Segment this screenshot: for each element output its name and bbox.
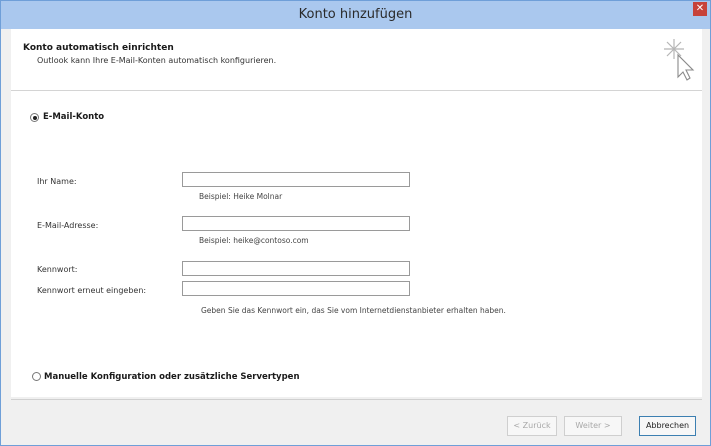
title-bar: Konto hinzufügen ✕ <box>1 1 710 29</box>
name-label: Ihr Name: <box>37 177 77 186</box>
window-title: Konto hinzufügen <box>298 7 413 22</box>
name-input[interactable] <box>182 172 410 187</box>
name-hint: Beispiel: Heike Molnar <box>199 192 283 201</box>
back-button[interactable]: < Zurück <box>507 416 557 436</box>
add-account-dialog: Konto hinzufügen ✕ Konto automatisch ein… <box>0 0 711 446</box>
wizard-header: Konto automatisch einrichten Outlook kan… <box>11 29 702 91</box>
manual-config-label: Manuelle Konfiguration oder zusätzliche … <box>44 372 300 382</box>
wizard-body: E-Mail-Konto Ihr Name: Beispiel: Heike M… <box>11 91 702 397</box>
password-confirm-input[interactable] <box>182 281 410 296</box>
manual-config-radio[interactable] <box>32 372 41 381</box>
password-confirm-label: Kennwort erneut eingeben: <box>37 286 147 295</box>
cancel-button[interactable]: Abbrechen <box>639 416 696 436</box>
password-input[interactable] <box>182 261 410 276</box>
email-label: E-Mail-Adresse: <box>37 221 99 230</box>
next-button[interactable]: Weiter > <box>564 416 622 436</box>
email-account-radio[interactable] <box>30 113 39 122</box>
password-hint: Geben Sie das Kennwort ein, das Sie vom … <box>201 306 506 315</box>
wizard-cursor-icon <box>664 39 695 81</box>
header-title: Konto automatisch einrichten <box>23 43 174 53</box>
email-hint: Beispiel: heike@contoso.com <box>199 236 309 245</box>
password-label: Kennwort: <box>37 265 78 274</box>
header-subtitle: Outlook kann Ihre E-Mail-Konten automati… <box>37 56 277 65</box>
wizard-footer: < Zurück Weiter > Abbrechen <box>11 399 702 439</box>
email-account-label: E-Mail-Konto <box>43 112 105 122</box>
close-button[interactable]: ✕ <box>693 2 707 16</box>
email-input[interactable] <box>182 216 410 231</box>
close-icon: ✕ <box>695 3 705 14</box>
